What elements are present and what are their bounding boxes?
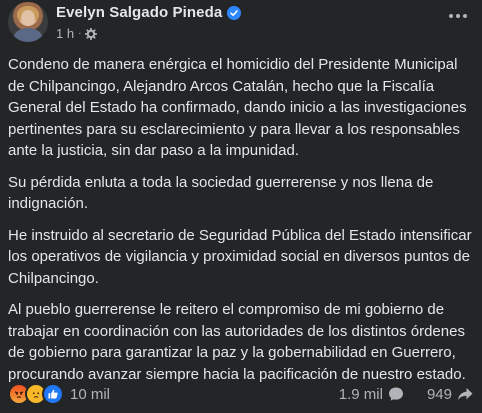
post-paragraph: Condeno de manera enérgica el homicidio …	[8, 56, 467, 159]
reactions-count: 10 mil	[70, 385, 111, 403]
more-dot	[463, 14, 467, 18]
facebook-post: Evelyn Salgado Pineda 1 h · Condeno de m…	[0, 0, 482, 413]
more-dot	[456, 14, 460, 18]
author-name[interactable]: Evelyn Salgado Pineda	[56, 4, 222, 21]
author-avatar[interactable]	[8, 2, 48, 42]
post-paragraph: Su pérdida enluta a toda la sociedad gue…	[8, 173, 434, 213]
post-timestamp[interactable]: 1 h	[56, 26, 74, 41]
reaction-icons	[8, 383, 64, 405]
verified-badge-icon	[227, 5, 242, 20]
post-body: Condeno de manera enérgica el homicidio …	[8, 54, 472, 395]
meta-separator: ·	[78, 28, 82, 39]
more-options-icon[interactable]	[446, 8, 470, 24]
post-paragraph: Al pueblo guerrerense le reitero el comp…	[8, 301, 466, 383]
comments-stat[interactable]: 1.9 mil	[339, 385, 405, 403]
avatar-face	[21, 10, 35, 26]
engagement-stats: 1.9 mil 949	[339, 385, 474, 403]
post-paragraph: He instruido al secretario de Seguridad …	[8, 226, 472, 287]
share-icon	[456, 385, 474, 403]
avatar-body	[14, 28, 42, 42]
shares-count: 949	[426, 385, 452, 403]
post-meta: 1 h ·	[56, 26, 98, 41]
settings-gear-icon[interactable]	[85, 27, 98, 40]
comments-count: 1.9 mil	[338, 385, 383, 403]
post-footer: 10 mil 1.9 mil 949	[8, 382, 474, 406]
like-icon	[42, 383, 64, 405]
reactions-summary[interactable]: 10 mil	[8, 383, 110, 405]
shares-stat[interactable]: 949	[427, 385, 474, 403]
more-dot	[449, 14, 453, 18]
author-row: Evelyn Salgado Pineda	[56, 4, 242, 21]
comment-icon	[387, 385, 405, 403]
